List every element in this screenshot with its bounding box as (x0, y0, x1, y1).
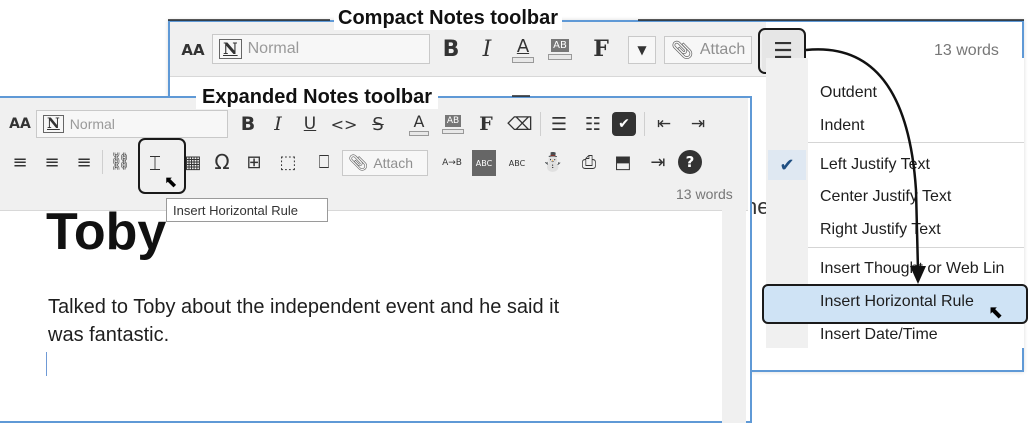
pointer-arrow (805, 48, 920, 271)
callout-connectors (168, 19, 1024, 284)
pointer-arrowhead (910, 266, 926, 284)
